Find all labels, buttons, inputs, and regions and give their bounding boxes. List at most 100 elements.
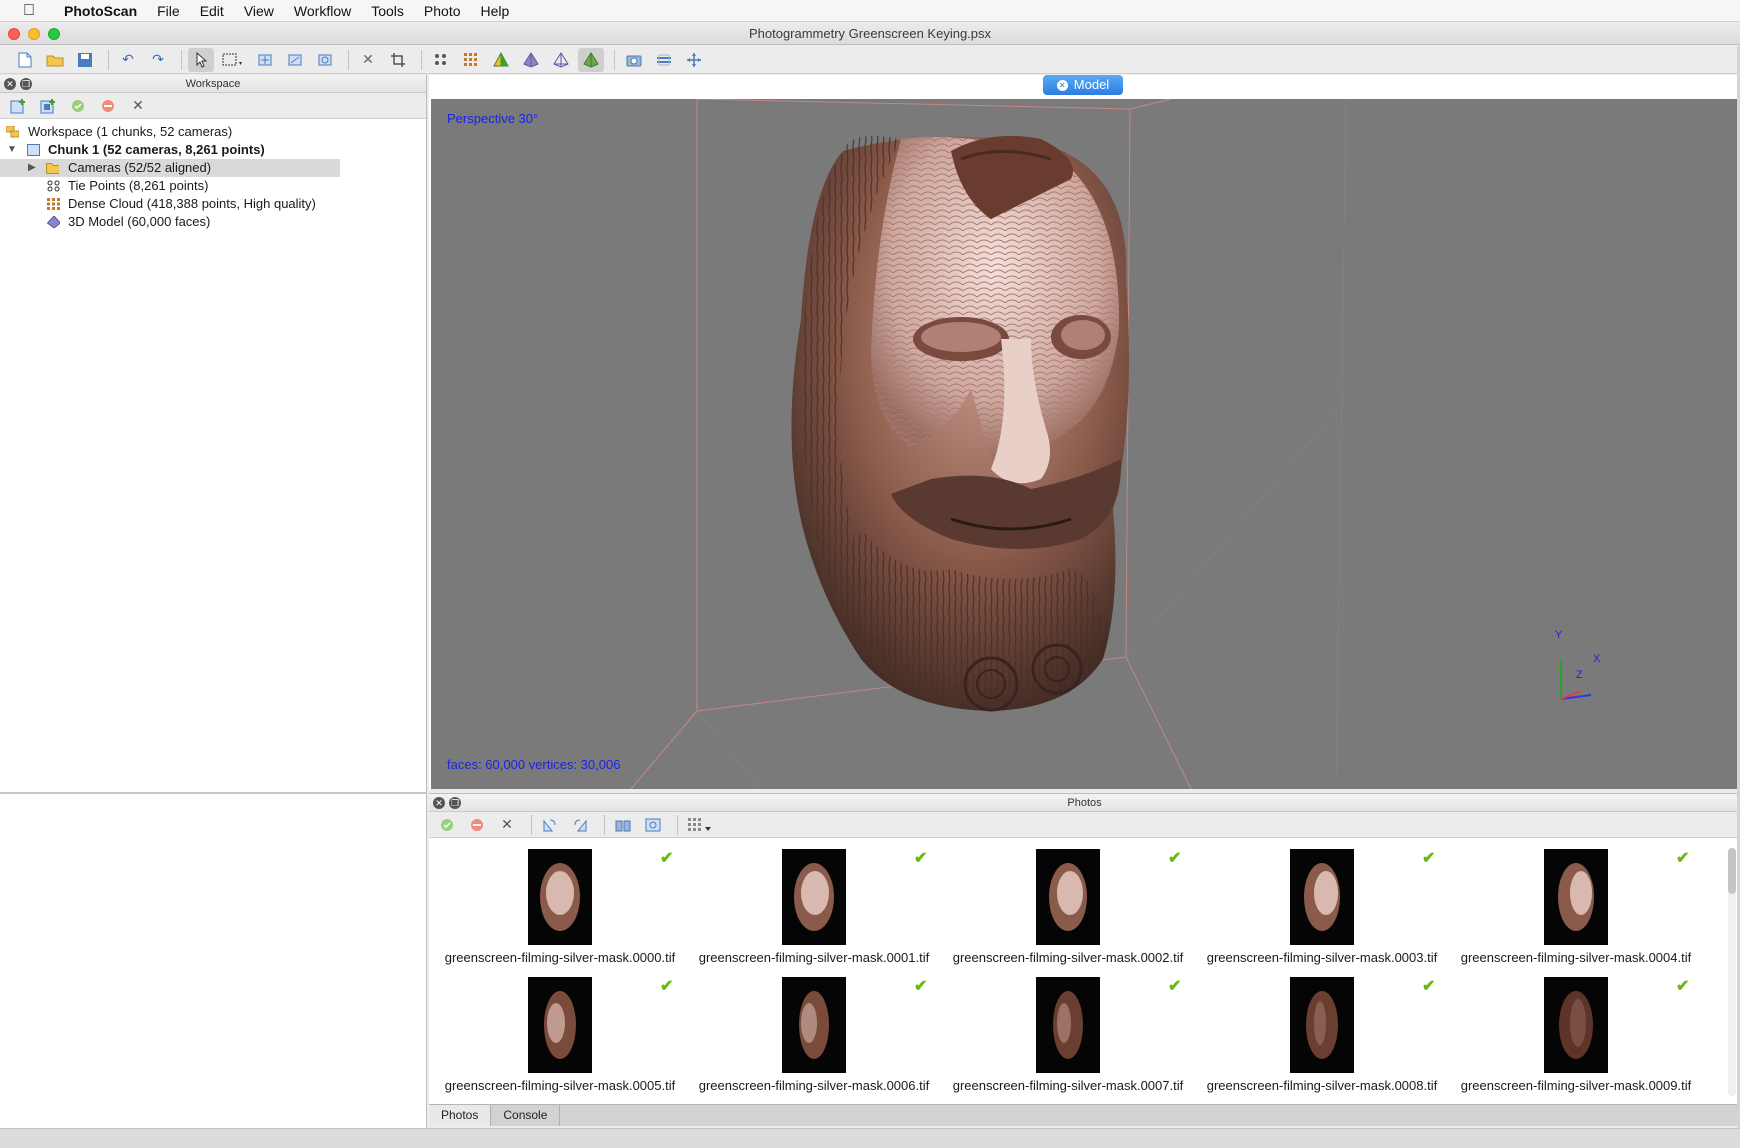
model-view: ✕ Model Perspective 30° faces: 60,000 ve… xyxy=(429,75,1740,789)
save-icon[interactable] xyxy=(72,48,98,72)
photo-image xyxy=(1290,977,1354,1073)
main-toolbar: ↶ ↷ ✕ xyxy=(0,46,1740,74)
remove-icon[interactable]: ✕ xyxy=(126,95,150,117)
reset-view-icon[interactable] xyxy=(681,48,707,72)
tab-photos[interactable]: Photos xyxy=(429,1105,492,1126)
solid-model-icon[interactable] xyxy=(518,48,544,72)
photo-image xyxy=(1544,977,1608,1073)
model-tree-icon xyxy=(47,216,60,228)
axis-z-label: Z xyxy=(1576,669,1583,681)
rotate-left-icon[interactable] xyxy=(538,814,562,836)
filter-by-point-icon[interactable] xyxy=(641,814,665,836)
resize-region-icon[interactable] xyxy=(312,48,338,72)
redo-icon[interactable]: ↷ xyxy=(145,48,171,72)
photo-thumbnail[interactable]: ✔ greenscreen-filming-silver-mask.0005.t… xyxy=(435,977,685,1095)
move-region-icon[interactable] xyxy=(252,48,278,72)
tree-cameras[interactable]: ▶ Cameras (52/52 aligned) xyxy=(0,159,340,177)
photo-filename: greenscreen-filming-silver-mask.0001.tif xyxy=(698,950,930,965)
tree-workspace-root[interactable]: Workspace (1 chunks, 52 cameras) xyxy=(0,123,426,141)
folder-icon xyxy=(46,163,59,174)
filter-by-markers-icon[interactable] xyxy=(611,814,635,836)
photo-thumbnail[interactable]: ✔ greenscreen-filming-silver-mask.0000.t… xyxy=(435,849,685,967)
menu-view[interactable]: View xyxy=(234,0,284,22)
photo-thumbnail[interactable]: ✔ greenscreen-filming-silver-mask.0006.t… xyxy=(689,977,939,1095)
close-panel-icon[interactable]: ✕ xyxy=(4,78,16,90)
close-tab-icon[interactable]: ✕ xyxy=(1056,79,1068,91)
photo-thumbnail[interactable]: ✔ greenscreen-filming-silver-mask.0002.t… xyxy=(943,849,1193,967)
workspace-toolbar: ✕ xyxy=(0,93,426,119)
remove-icon[interactable]: ✕ xyxy=(495,814,519,836)
expand-arrow-icon[interactable]: ▶ xyxy=(28,159,36,177)
properties-panel xyxy=(0,792,427,1130)
rotate-right-icon[interactable] xyxy=(568,814,592,836)
disable-icon[interactable] xyxy=(96,95,120,117)
show-cameras-icon[interactable] xyxy=(621,48,647,72)
menu-tools[interactable]: Tools xyxy=(361,0,414,22)
shaded-model-icon[interactable] xyxy=(488,48,514,72)
menu-help[interactable]: Help xyxy=(471,0,520,22)
apple-icon[interactable]:  xyxy=(20,2,38,20)
projection-label: Perspective 30° xyxy=(447,111,539,126)
close-panel-icon[interactable]: ✕ xyxy=(433,797,445,809)
3d-viewport[interactable]: Perspective 30° faces: 60,000 vertices: … xyxy=(431,99,1737,789)
photo-thumbnail[interactable]: ✔ greenscreen-filming-silver-mask.0009.t… xyxy=(1451,977,1701,1095)
scrollbar-thumb[interactable] xyxy=(1728,848,1736,894)
float-panel-icon[interactable]: ❐ xyxy=(449,797,461,809)
photo-filename: greenscreen-filming-silver-mask.0005.tif xyxy=(444,1078,676,1093)
workspace-panel-header: ✕ ❐ Workspace xyxy=(0,75,426,93)
enable-icon[interactable] xyxy=(435,814,459,836)
photo-thumbnail[interactable]: ✔ greenscreen-filming-silver-mask.0008.t… xyxy=(1197,977,1447,1095)
rotate-region-icon[interactable] xyxy=(282,48,308,72)
tree-tie-points-label: Tie Points (8,261 points) xyxy=(68,178,209,193)
axis-y-label: Y xyxy=(1555,629,1563,641)
collapse-arrow-icon[interactable]: ▼ xyxy=(7,141,17,159)
textured-model-icon[interactable] xyxy=(578,47,604,72)
photo-thumbnail[interactable]: ✔ greenscreen-filming-silver-mask.0003.t… xyxy=(1197,849,1447,967)
tree-chunk[interactable]: ▼ Chunk 1 (52 cameras, 8,261 points) xyxy=(0,141,426,159)
toolbar-separator xyxy=(108,49,109,70)
photo-image xyxy=(1290,849,1354,945)
menu-edit[interactable]: Edit xyxy=(190,0,234,22)
photo-thumbnail[interactable]: ✔ greenscreen-filming-silver-mask.0001.t… xyxy=(689,849,939,967)
add-photos-icon[interactable] xyxy=(36,95,60,117)
tab-console[interactable]: Console xyxy=(491,1105,561,1126)
menu-app[interactable]: PhotoScan xyxy=(54,0,147,22)
photo-image xyxy=(528,849,592,945)
tab-model[interactable]: ✕ Model xyxy=(1043,75,1123,95)
tree-dense-cloud[interactable]: Dense Cloud (418,388 points, High qualit… xyxy=(0,195,426,213)
dense-cloud-icon[interactable] xyxy=(458,48,484,72)
undo-icon[interactable]: ↶ xyxy=(115,48,141,72)
aligned-check-icon: ✔ xyxy=(1422,850,1436,867)
photo-filename: greenscreen-filming-silver-mask.0006.tif xyxy=(698,1078,930,1093)
menu-workflow[interactable]: Workflow xyxy=(284,0,361,22)
aligned-check-icon: ✔ xyxy=(1676,850,1690,867)
point-cloud-icon[interactable] xyxy=(428,48,454,72)
open-icon[interactable] xyxy=(42,48,68,72)
photo-thumbnail[interactable]: ✔ greenscreen-filming-silver-mask.0007.t… xyxy=(943,977,1193,1095)
photo-image xyxy=(782,849,846,945)
float-panel-icon[interactable]: ❐ xyxy=(20,78,32,90)
tree-tie-points[interactable]: Tie Points (8,261 points) xyxy=(0,177,426,195)
add-chunk-icon[interactable] xyxy=(6,95,30,117)
new-icon[interactable] xyxy=(12,48,38,72)
disable-icon[interactable] xyxy=(465,814,489,836)
photo-thumbnail[interactable]: ✔ greenscreen-filming-silver-mask.0004.t… xyxy=(1451,849,1701,967)
photo-image xyxy=(1544,849,1608,945)
select-icon[interactable] xyxy=(188,47,214,72)
photos-scrollbar[interactable] xyxy=(1728,848,1736,1096)
wireframe-model-icon[interactable] xyxy=(548,48,574,72)
show-region-icon[interactable] xyxy=(651,48,677,72)
delete-icon[interactable]: ✕ xyxy=(355,48,381,72)
tree-3d-model[interactable]: 3D Model (60,000 faces) xyxy=(0,213,426,231)
rect-select-icon[interactable] xyxy=(218,48,248,72)
photo-filename: greenscreen-filming-silver-mask.0002.tif xyxy=(952,950,1184,965)
menu-photo[interactable]: Photo xyxy=(414,0,471,22)
toolbar-separator xyxy=(614,49,615,70)
aligned-check-icon: ✔ xyxy=(660,978,674,995)
tie-points-icon xyxy=(47,180,60,192)
enable-icon[interactable] xyxy=(66,95,90,117)
crop-icon[interactable] xyxy=(385,48,411,72)
tree-dense-cloud-label: Dense Cloud (418,388 points, High qualit… xyxy=(68,196,316,211)
view-mode-icon[interactable] xyxy=(684,814,716,836)
menu-file[interactable]: File xyxy=(147,0,190,22)
